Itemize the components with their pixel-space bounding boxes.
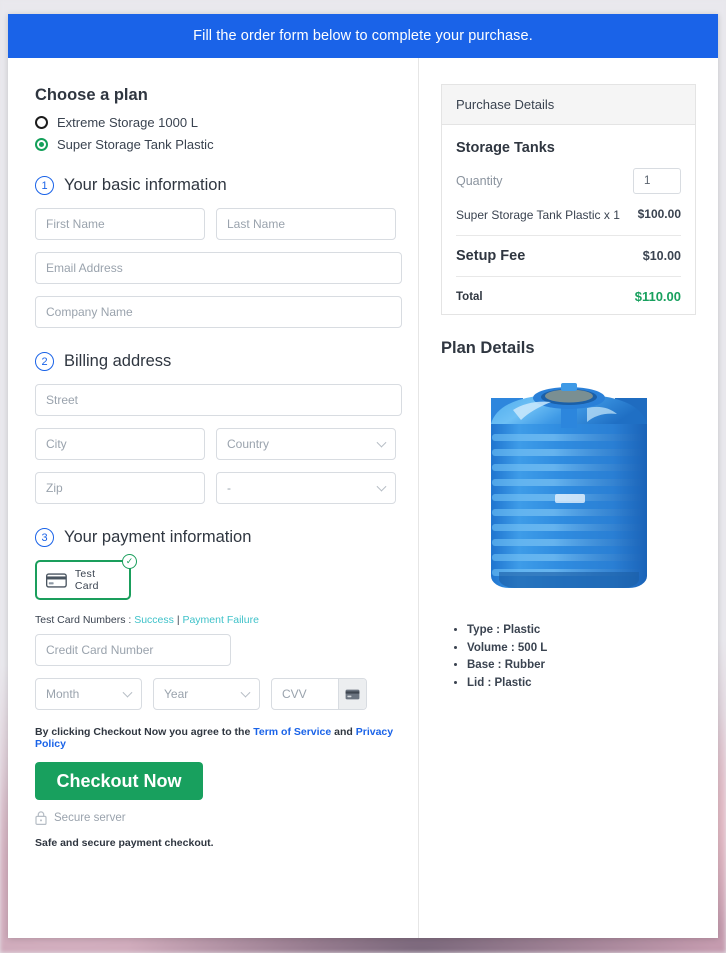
street-input[interactable]: Street (35, 384, 402, 416)
email-input[interactable]: Email Address (35, 252, 402, 284)
secure-server-label: Secure server (54, 812, 126, 824)
quantity-row: Quantity 1 (456, 168, 681, 194)
water-tank-image (490, 383, 647, 589)
card-body: Choose a plan Extreme Storage 1000 L Sup… (8, 58, 718, 938)
credit-card-icon (46, 572, 67, 588)
terms-agreement-text: By clicking Checkout Now you agree to th… (35, 726, 402, 750)
total-label: Total (456, 290, 483, 303)
step-3-header: 3 Your payment information (35, 528, 402, 547)
plan-option-super-storage[interactable]: Super Storage Tank Plastic (35, 137, 402, 152)
choose-plan-heading: Choose a plan (35, 86, 148, 104)
credit-card-number-row: Credit Card Number (35, 634, 402, 666)
city-country-row: City Country (35, 428, 402, 460)
step-title: Your payment information (64, 528, 252, 546)
list-item: Volume : 500 L (467, 640, 696, 657)
step-1-header: 1 Your basic information (35, 176, 402, 195)
radio-icon-unchecked[interactable] (35, 116, 48, 129)
terms-prefix: By clicking Checkout Now you agree to th… (35, 726, 254, 738)
line-item-row: Super Storage Tank Plastic x 1 $100.00 (456, 207, 681, 223)
credit-card-number-input[interactable]: Credit Card Number (35, 634, 231, 666)
step-number-badge: 1 (35, 176, 54, 195)
expiry-cvv-row: Month Year CVV (35, 678, 402, 710)
company-name-input[interactable]: Company Name (35, 296, 402, 328)
plan-option-label: Extreme Storage 1000 L (57, 115, 198, 130)
lock-icon (35, 811, 47, 825)
payment-failure-test-card-link[interactable]: Payment Failure (182, 614, 258, 626)
state-select[interactable]: - (216, 472, 396, 504)
success-test-card-link[interactable]: Success (134, 614, 174, 626)
test-card-numbers-line: Test Card Numbers : Success | Payment Fa… (35, 614, 402, 626)
step-number-badge: 2 (35, 352, 54, 371)
line-item-name: Super Storage Tank Plastic x 1 (456, 208, 620, 222)
radio-icon-checked[interactable] (35, 138, 48, 151)
step-title: Your basic information (64, 176, 227, 194)
country-select[interactable]: Country (216, 428, 396, 460)
quantity-label: Quantity (456, 174, 503, 188)
plan-image-container (441, 376, 696, 606)
terms-mid: and (331, 726, 356, 738)
city-input[interactable]: City (35, 428, 205, 460)
divider (456, 276, 681, 278)
step-number-badge: 3 (35, 528, 54, 547)
credit-card-icon (345, 689, 360, 699)
plan-specs-list: Type : Plastic Volume : 500 L Base : Rub… (441, 622, 696, 692)
line-item-amount: $100.00 (637, 207, 681, 221)
purchase-details-header: Purchase Details (442, 85, 695, 125)
check-circle-icon: ✓ (122, 554, 137, 569)
quantity-input[interactable]: 1 (633, 168, 681, 194)
checkout-card: Fill the order form below to complete yo… (8, 14, 718, 938)
purchase-details-body: Storage Tanks Quantity 1 Super Storage T… (442, 125, 695, 314)
zip-input[interactable]: Zip (35, 472, 205, 504)
banner-text: Fill the order form below to complete yo… (193, 28, 533, 44)
expiry-year-select[interactable]: Year (153, 678, 260, 710)
list-item: Base : Rubber (467, 657, 696, 674)
product-title: Storage Tanks (456, 140, 555, 156)
summary-column: Purchase Details Storage Tanks Quantity … (419, 58, 718, 938)
divider (456, 235, 681, 237)
test-card-method-tile[interactable]: Test Card ✓ (35, 554, 137, 600)
setup-fee-amount: $10.00 (642, 249, 681, 264)
page-banner: Fill the order form below to complete yo… (8, 14, 718, 58)
order-form-column: Choose a plan Extreme Storage 1000 L Sup… (8, 58, 419, 938)
country-select-value: Country (227, 437, 270, 451)
total-amount: $110.00 (634, 289, 681, 305)
plan-option-label: Super Storage Tank Plastic (57, 137, 214, 152)
plan-option-extreme-storage[interactable]: Extreme Storage 1000 L (35, 115, 402, 130)
total-row: Total $110.00 (456, 289, 681, 304)
street-row: Street (35, 384, 402, 416)
step-title: Billing address (64, 352, 172, 370)
chevron-down-icon (240, 687, 251, 698)
expiry-year-value: Year (164, 687, 189, 701)
expiry-month-value: Month (46, 687, 80, 701)
company-row: Company Name (35, 296, 402, 328)
purchase-details-panel: Purchase Details Storage Tanks Quantity … (441, 84, 696, 316)
list-item: Type : Plastic (467, 622, 696, 639)
chevron-down-icon (376, 481, 387, 492)
state-select-value: - (227, 481, 231, 495)
term-of-service-link[interactable]: Term of Service (253, 726, 331, 738)
expiry-month-select[interactable]: Month (35, 678, 142, 710)
test-card-numbers-label: Test Card Numbers : (35, 614, 132, 626)
email-row: Email Address (35, 252, 402, 284)
safe-payment-note: Safe and secure payment checkout. (35, 837, 214, 849)
setup-fee-label: Setup Fee (456, 248, 526, 265)
plan-details-heading: Plan Details (441, 339, 535, 358)
zip-state-row: Zip - (35, 472, 402, 504)
chevron-down-icon (376, 437, 387, 448)
cvv-help-button[interactable] (338, 679, 366, 709)
first-name-input[interactable]: First Name (35, 208, 205, 240)
step-2-header: 2 Billing address (35, 352, 402, 371)
secure-server-note: Secure server (35, 811, 402, 825)
list-item: Lid : Plastic (467, 675, 696, 692)
cvv-field-group: CVV (271, 678, 367, 710)
chevron-down-icon (122, 687, 133, 698)
link-separator: | (176, 614, 180, 626)
test-card-label: Test Card (74, 568, 99, 592)
name-row: First Name Last Name (35, 208, 402, 240)
checkout-now-button[interactable]: Checkout Now (35, 762, 203, 800)
last-name-input[interactable]: Last Name (216, 208, 396, 240)
setup-fee-row: Setup Fee $10.00 (456, 248, 681, 264)
